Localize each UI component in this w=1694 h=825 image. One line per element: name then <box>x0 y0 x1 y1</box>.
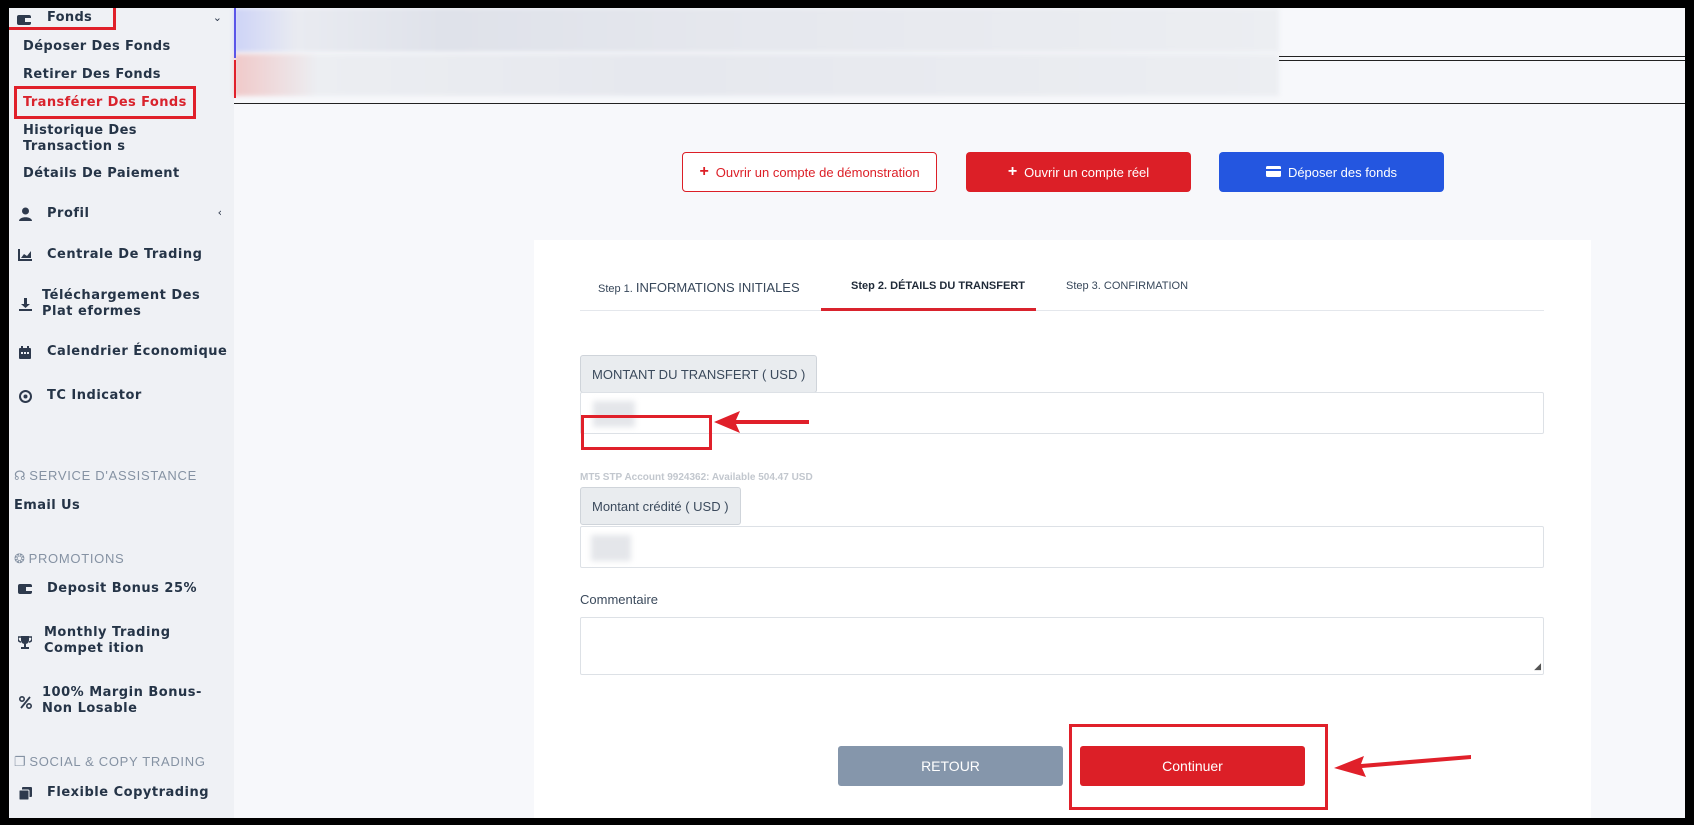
plus-icon: + <box>699 163 709 180</box>
blurred-notice <box>234 8 1279 52</box>
section-header-social: ❐ SOCIAL & COPY TRADING <box>14 754 206 770</box>
step-label: INFORMATIONS INITIALES <box>635 280 800 295</box>
plus-icon: + <box>1007 163 1018 180</box>
step-prefix: Step 2. <box>851 280 888 292</box>
divider <box>234 103 1685 104</box>
section-label: SERVICE D'ASSISTANCE <box>29 468 197 483</box>
section-header-support: ☊ SERVICE D'ASSISTANCE <box>14 468 197 484</box>
banner-accent <box>234 8 236 58</box>
sidebar-item-label: Monthly Trading Compet ition <box>44 625 171 656</box>
tab-step-3[interactable]: Step 3. CONFIRMATION <box>1066 280 1188 308</box>
user-icon <box>17 206 33 222</box>
sidebar-item-label: Profil <box>47 206 90 221</box>
tab-step-2[interactable]: Step 2. DÉTAILS DU TRANSFERT <box>851 280 1025 308</box>
chevron-left-icon: ‹ <box>217 206 222 219</box>
resize-handle-icon[interactable]: ◢ <box>1534 661 1541 672</box>
banner-accent <box>234 60 236 98</box>
wallet-icon <box>17 581 33 597</box>
step-label: DÉTAILS DU TRANSFERT <box>890 280 1025 292</box>
open-demo-account-button[interactable]: + Ouvrir un compte de démonstration <box>682 152 937 192</box>
active-tab-indicator <box>821 308 1036 311</box>
button-label: Ouvrir un compte de démonstration <box>715 164 920 180</box>
section-header-promotions: ❂ PROMOTIONS <box>14 551 124 567</box>
sidebar-item-label: Flexible Copytrading <box>47 785 210 800</box>
sidebar-item-label: Téléchargement Des Plat eformes <box>42 288 201 319</box>
credited-amount-input[interactable] <box>580 526 1544 568</box>
account-availability-text: MT5 STP Account 9924362: Available 504.4… <box>580 472 813 483</box>
section-label: PROMOTIONS <box>28 551 125 566</box>
download-icon <box>17 296 33 312</box>
step-label: CONFIRMATION <box>1103 280 1189 292</box>
highlight-box <box>14 86 196 119</box>
sidebar-subitem-history[interactable]: Historique Des Transaction s <box>23 123 228 155</box>
sidebar-item-email-us[interactable]: Email Us <box>14 498 80 513</box>
deposit-funds-button[interactable]: Déposer des fonds <box>1219 152 1444 192</box>
sidebar-item-label: Calendrier Économique <box>47 344 228 359</box>
step-prefix: Step 3. <box>1066 280 1101 292</box>
app-frame: Fonds ⌄ Déposer Des Fonds Retirer Des Fo… <box>9 8 1685 818</box>
notification-banner <box>234 8 1685 104</box>
annotation-arrow-icon <box>714 411 809 433</box>
comment-textarea[interactable]: ◢ <box>580 617 1544 675</box>
divider <box>1279 56 1685 57</box>
award-icon: ❂ <box>14 551 26 566</box>
sidebar-item-label: Centrale De Trading <box>47 247 203 262</box>
sidebar-item-label: TC Indicator <box>47 388 142 403</box>
sidebar-item-label: Deposit Bonus 25% <box>47 581 198 596</box>
percent-icon <box>17 694 33 710</box>
tab-step-1[interactable]: Step 1. INFORMATIONS INITIALES <box>598 280 800 308</box>
open-real-account-button[interactable]: + Ouvrir un compte réel <box>966 152 1191 192</box>
credited-amount-label: Montant crédité ( USD ) <box>580 487 741 525</box>
highlight-box <box>581 415 712 450</box>
blurred-notice <box>234 54 1279 96</box>
sidebar-subitem-deposit[interactable]: Déposer Des Fonds <box>23 39 171 54</box>
highlight-box <box>1069 724 1328 810</box>
tab-divider <box>580 310 1544 311</box>
sidebar-item-label: 100% Margin Bonus- Non Losable <box>42 685 202 716</box>
divider <box>1279 60 1685 61</box>
section-label: SOCIAL & COPY TRADING <box>29 754 206 769</box>
step-prefix: Step 1. <box>598 283 633 295</box>
sidebar-subitem-payment-details[interactable]: Détails De Paiement <box>23 166 180 181</box>
chevron-down-icon: ⌄ <box>212 11 222 24</box>
trophy-icon <box>17 634 33 650</box>
copy-icon <box>17 785 33 801</box>
button-label: Déposer des fonds <box>1287 164 1398 180</box>
calendar-icon <box>17 344 33 360</box>
comment-label: Commentaire <box>580 592 659 607</box>
sidebar-subitem-withdraw[interactable]: Retirer Des Fonds <box>23 67 161 82</box>
transfer-form-card: Step 1. INFORMATIONS INITIALES Step 2. D… <box>534 240 1591 818</box>
credit-card-icon <box>1265 165 1281 180</box>
blurred-value <box>591 535 631 561</box>
back-button[interactable]: RETOUR <box>838 746 1063 786</box>
chart-icon <box>17 247 33 263</box>
sidebar: Fonds ⌄ Déposer Des Fonds Retirer Des Fo… <box>9 8 234 818</box>
button-label: Ouvrir un compte réel <box>1024 164 1150 180</box>
amount-label: MONTANT DU TRANSFERT ( USD ) <box>580 355 818 393</box>
annotation-arrow-icon <box>1334 755 1471 777</box>
target-icon <box>17 388 33 404</box>
headset-icon: ☊ <box>14 468 27 483</box>
copy-icon: ❐ <box>14 754 27 769</box>
highlight-box <box>9 8 116 30</box>
